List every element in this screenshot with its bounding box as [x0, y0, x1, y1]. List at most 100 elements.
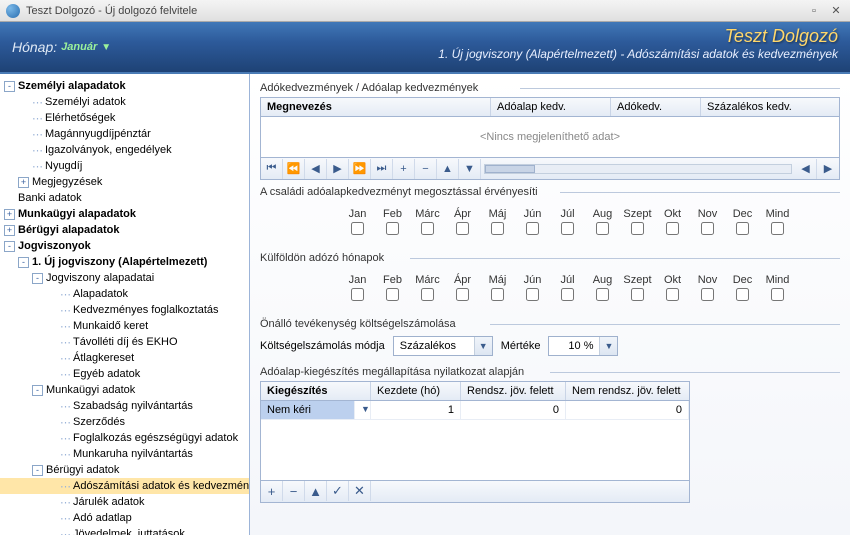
nav-up-icon[interactable]: ▲: [437, 159, 459, 179]
month-checkbox[interactable]: [666, 222, 679, 235]
tree-item[interactable]: +⋯Szerződés: [0, 414, 249, 430]
month-checkbox[interactable]: [736, 288, 749, 301]
month-checkbox[interactable]: [561, 288, 574, 301]
col-base[interactable]: Adóalap kedv.: [491, 98, 611, 116]
col-reg[interactable]: Rendsz. jöv. felett: [461, 382, 566, 400]
month-checkbox[interactable]: [631, 288, 644, 301]
month-checkbox[interactable]: [421, 222, 434, 235]
close-button[interactable]: ✕: [828, 4, 844, 18]
minimize-button[interactable]: ▫: [806, 4, 822, 18]
month-checkbox[interactable]: [526, 288, 539, 301]
month-checkbox[interactable]: [561, 222, 574, 235]
tree-item[interactable]: +Munkaügyi alapadatok: [0, 206, 249, 222]
tree-item[interactable]: +Banki adatok: [0, 190, 249, 206]
tree-item[interactable]: +⋯Adó adatlap: [0, 510, 249, 526]
nav-prevpage-icon[interactable]: ⏪: [283, 159, 305, 179]
nav-last-icon[interactable]: ⏭: [371, 159, 393, 179]
collapse-icon[interactable]: -: [4, 81, 15, 92]
tree-item[interactable]: +⋯Szabadság nyilvántartás: [0, 398, 249, 414]
month-checkbox[interactable]: [701, 222, 714, 235]
tree-item[interactable]: -1. Új jogviszony (Alapértelmezett): [0, 254, 249, 270]
month-checkbox[interactable]: [386, 288, 399, 301]
nav-prev-icon[interactable]: ◀: [305, 159, 327, 179]
tree-item[interactable]: -Személyi alapadatok: [0, 78, 249, 94]
tree-item[interactable]: -Bérügyi adatok: [0, 462, 249, 478]
nav-down-icon[interactable]: ▼: [459, 159, 481, 179]
month-value[interactable]: Január: [61, 41, 97, 53]
col-name[interactable]: Megnevezés: [261, 98, 491, 116]
month-checkbox[interactable]: [386, 222, 399, 235]
month-checkbox[interactable]: [421, 288, 434, 301]
tree-item[interactable]: -Munkaügyi adatok: [0, 382, 249, 398]
collapse-icon[interactable]: -: [32, 385, 43, 396]
nav-remove-icon[interactable]: −: [415, 159, 437, 179]
tree-item[interactable]: +⋯Nyugdíj: [0, 158, 249, 174]
tree-item[interactable]: +⋯Jövedelmek, juttatások: [0, 526, 249, 535]
cell-nonreg[interactable]: 0: [566, 401, 689, 419]
tree-item[interactable]: +⋯Igazolványok, engedélyek: [0, 142, 249, 158]
col-suppl[interactable]: Kiegészítés: [261, 382, 371, 400]
nav-nextpage-icon[interactable]: ⏩: [349, 159, 371, 179]
up-icon[interactable]: ▲: [305, 481, 327, 501]
month-checkbox[interactable]: [771, 288, 784, 301]
expand-icon[interactable]: +: [4, 225, 15, 236]
tree-item[interactable]: +Bérügyi alapadatok: [0, 222, 249, 238]
month-checkbox[interactable]: [596, 222, 609, 235]
table-row[interactable]: Nem kéri ▼ 1 0 0: [261, 401, 689, 420]
tree-item[interactable]: +Megjegyzések: [0, 174, 249, 190]
expand-icon[interactable]: +: [18, 177, 29, 188]
collapse-icon[interactable]: -: [32, 273, 43, 284]
month-checkbox[interactable]: [491, 222, 504, 235]
expand-icon[interactable]: +: [4, 209, 15, 220]
cell-reg[interactable]: 0: [461, 401, 566, 419]
cost-measure-combo[interactable]: 10 % ▼: [548, 336, 618, 356]
month-checkbox[interactable]: [456, 288, 469, 301]
collapse-icon[interactable]: -: [18, 257, 29, 268]
nav-add-icon[interactable]: +: [393, 159, 415, 179]
nav-scroll-left-icon[interactable]: ◀: [795, 159, 817, 179]
tree-item[interactable]: +⋯Személyi adatok: [0, 94, 249, 110]
month-checkbox[interactable]: [526, 222, 539, 235]
tree-item[interactable]: +⋯Elérhetőségek: [0, 110, 249, 126]
cell-suppl[interactable]: Nem kéri: [261, 401, 355, 419]
tree-item[interactable]: +⋯Magánnyugdíjpénztár: [0, 126, 249, 142]
month-dropdown-icon[interactable]: ▼: [101, 42, 111, 53]
month-checkbox[interactable]: [701, 288, 714, 301]
month-checkbox[interactable]: [631, 222, 644, 235]
cost-mode-combo[interactable]: Százalékos ▼: [393, 336, 493, 356]
tree-item[interactable]: +⋯Távolléti díj és EKHO: [0, 334, 249, 350]
check-icon[interactable]: ✓: [327, 481, 349, 501]
col-start[interactable]: Kezdete (hó): [371, 382, 461, 400]
collapse-icon[interactable]: -: [4, 241, 15, 252]
tree-item[interactable]: +⋯Átlagkereset: [0, 350, 249, 366]
nav-first-icon[interactable]: ⏮: [261, 159, 283, 179]
col-percent[interactable]: Százalékos kedv.: [701, 98, 839, 116]
month-checkbox[interactable]: [666, 288, 679, 301]
month-checkbox[interactable]: [456, 222, 469, 235]
cell-start[interactable]: 1: [371, 401, 461, 419]
col-tax[interactable]: Adókedv.: [611, 98, 701, 116]
tree-item[interactable]: -Jogviszony alapadatai: [0, 270, 249, 286]
month-checkbox[interactable]: [491, 288, 504, 301]
chevron-down-icon[interactable]: ▼: [355, 401, 371, 419]
tree-item[interactable]: +⋯Munkaruha nyilvántartás: [0, 446, 249, 462]
month-checkbox[interactable]: [736, 222, 749, 235]
tree-item[interactable]: -Jogviszonyok: [0, 238, 249, 254]
nav-next-icon[interactable]: ▶: [327, 159, 349, 179]
remove-icon[interactable]: −: [283, 481, 305, 501]
cancel-icon[interactable]: ✕: [349, 481, 371, 501]
month-checkbox[interactable]: [596, 288, 609, 301]
month-checkbox[interactable]: [351, 222, 364, 235]
tree-item[interactable]: +⋯Munkaidő keret: [0, 318, 249, 334]
chevron-down-icon[interactable]: ▼: [474, 337, 492, 355]
tree-item[interactable]: +⋯Foglalkozás egészségügyi adatok: [0, 430, 249, 446]
nav-scroll-right-icon[interactable]: ▶: [817, 159, 839, 179]
col-nonreg[interactable]: Nem rendsz. jöv. felett: [566, 382, 689, 400]
tree-item[interactable]: +⋯Alapadatok: [0, 286, 249, 302]
tree-item[interactable]: +⋯Kedvezményes foglalkoztatás: [0, 302, 249, 318]
chevron-down-icon[interactable]: ▼: [599, 337, 617, 355]
tree-item[interactable]: +⋯Járulék adatok: [0, 494, 249, 510]
grid-scrollbar[interactable]: [484, 164, 792, 174]
month-checkbox[interactable]: [351, 288, 364, 301]
tree-item[interactable]: +⋯Egyéb adatok: [0, 366, 249, 382]
